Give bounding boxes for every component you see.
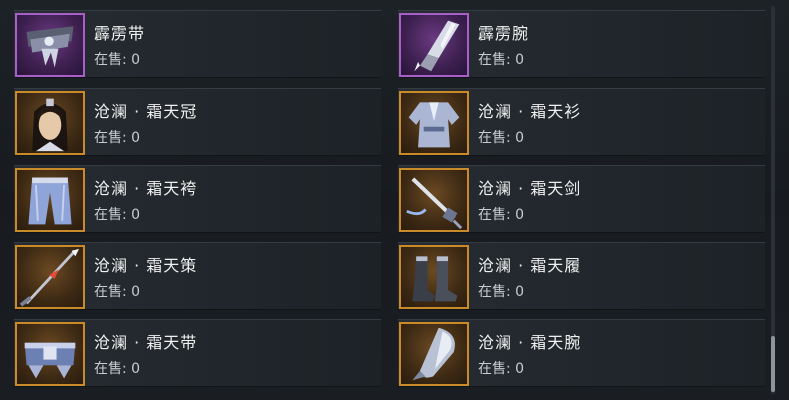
item-icon-frame bbox=[15, 322, 85, 386]
item-on-sale: 在售: 0 bbox=[94, 207, 141, 223]
market-item[interactable]: 沧澜 · 霜天袴 在售: 0 bbox=[14, 165, 381, 233]
item-icon-frame bbox=[15, 13, 85, 77]
item-icon-frame bbox=[15, 245, 85, 309]
item-on-sale: 在售: 0 bbox=[478, 207, 525, 223]
item-on-sale: 在售: 0 bbox=[478, 52, 525, 68]
item-name: 沧澜 · 霜天剑 bbox=[478, 179, 582, 198]
item-name: 沧澜 · 霜天履 bbox=[478, 256, 582, 275]
scrollbar[interactable] bbox=[771, 6, 775, 394]
item-on-sale: 在售: 0 bbox=[94, 361, 141, 377]
item-name: 沧澜 · 霜天带 bbox=[94, 333, 198, 352]
item-icon-frame bbox=[399, 91, 469, 155]
gauntlet-icon bbox=[412, 327, 455, 381]
item-name: 沧澜 · 霜天策 bbox=[94, 256, 198, 275]
spear-icon bbox=[19, 248, 80, 307]
item-name: 沧澜 · 霜天冠 bbox=[94, 102, 198, 121]
item-icon-frame bbox=[15, 168, 85, 232]
scroll-thumb[interactable] bbox=[771, 336, 775, 392]
gauntlet-icon bbox=[414, 20, 460, 72]
item-on-sale: 在售: 0 bbox=[94, 52, 141, 68]
sword-icon bbox=[406, 177, 463, 230]
robe-icon bbox=[408, 102, 460, 148]
market-item[interactable]: 沧澜 · 霜天剑 在售: 0 bbox=[398, 165, 765, 233]
item-icon-frame bbox=[399, 168, 469, 232]
market-item[interactable]: 沧澜 · 霜天履 在售: 0 bbox=[398, 242, 765, 310]
item-name: 霹雳带 bbox=[94, 24, 146, 43]
boots-icon bbox=[412, 256, 458, 302]
item-name: 霹雳腕 bbox=[478, 24, 530, 43]
item-icon-frame bbox=[15, 91, 85, 155]
item-on-sale: 在售: 0 bbox=[478, 284, 525, 300]
market-item[interactable]: 沧澜 · 霜天冠 在售: 0 bbox=[14, 88, 381, 156]
trousers-icon bbox=[28, 177, 72, 225]
market-item[interactable]: 霹雳带 在售: 0 bbox=[14, 10, 381, 78]
item-icon-frame bbox=[399, 322, 469, 386]
belt-icon bbox=[24, 342, 76, 379]
market-item[interactable]: 沧澜 · 霜天衫 在售: 0 bbox=[398, 88, 765, 156]
market-item[interactable]: 沧澜 · 霜天带 在售: 0 bbox=[14, 319, 381, 387]
item-icon-frame bbox=[399, 245, 469, 309]
item-name: 沧澜 · 霜天腕 bbox=[478, 333, 582, 352]
item-icon-frame bbox=[399, 13, 469, 77]
item-on-sale: 在售: 0 bbox=[94, 284, 141, 300]
item-name: 沧澜 · 霜天衫 bbox=[478, 102, 582, 121]
market-item[interactable]: 沧澜 · 霜天腕 在售: 0 bbox=[398, 319, 765, 387]
market-item[interactable]: 沧澜 · 霜天策 在售: 0 bbox=[14, 242, 381, 310]
market-item[interactable]: 霹雳腕 在售: 0 bbox=[398, 10, 765, 78]
item-name: 沧澜 · 霜天袴 bbox=[94, 179, 198, 198]
item-on-sale: 在售: 0 bbox=[94, 130, 141, 146]
item-on-sale: 在售: 0 bbox=[478, 361, 525, 377]
item-on-sale: 在售: 0 bbox=[478, 130, 525, 146]
crown-portrait-icon bbox=[32, 98, 68, 152]
belt-icon bbox=[26, 26, 74, 68]
